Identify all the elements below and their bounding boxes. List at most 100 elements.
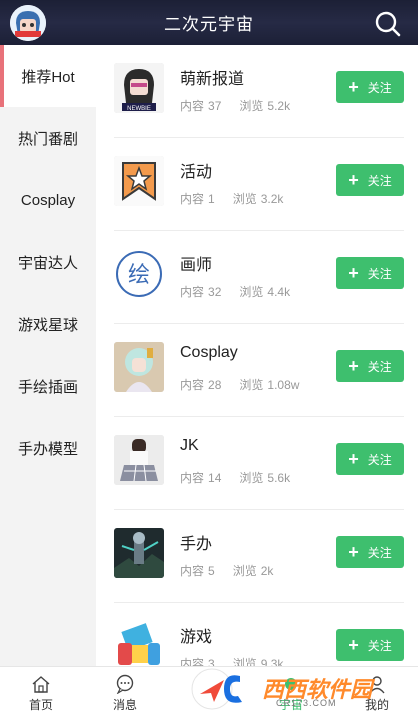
topic-name: 游戏 xyxy=(180,629,213,646)
tab-universe[interactable]: 宇宙 xyxy=(256,667,326,716)
universe-icon xyxy=(285,678,297,690)
topic-thumbnail xyxy=(114,342,164,392)
content-count: 28 xyxy=(208,378,222,392)
tab-label: 消息 xyxy=(112,698,137,712)
topic-thumbnail xyxy=(114,435,164,485)
follow-button[interactable]: + 关注 xyxy=(336,536,404,568)
content-label: 内容 xyxy=(180,99,205,113)
sidebar-item-game-planet[interactable]: 游戏星球 xyxy=(0,293,96,355)
topic-thumbnail xyxy=(114,621,164,666)
list-item[interactable]: JK 内容 14 浏览 5.6k + 关注 xyxy=(114,417,404,510)
plus-icon: + xyxy=(348,635,359,655)
views-count: 3.2k xyxy=(260,192,284,206)
page-title: 二次元宇宙 xyxy=(164,15,254,34)
content-count: 14 xyxy=(208,471,222,485)
topic-thumbnail: 绘 xyxy=(114,249,164,299)
views-label: 浏览 xyxy=(232,192,257,206)
sidebar-item-label: 手绘插画 xyxy=(17,378,78,396)
topic-stats: 内容 32 浏览 4.4k xyxy=(180,283,294,300)
sidebar-item-universe-expert[interactable]: 宇宙达人 xyxy=(0,231,96,293)
follow-button[interactable]: + 关注 xyxy=(336,257,404,289)
follow-button[interactable]: + 关注 xyxy=(336,443,404,475)
topic-stats: 内容 28 浏览 1.08w xyxy=(180,376,303,393)
topic-stats: 内容 1 浏览 3.2k xyxy=(180,190,287,207)
list-item[interactable]: NEWBIE 萌新报道 内容 37 浏览 5.2k + 关注 xyxy=(114,45,404,138)
content-label: 内容 xyxy=(180,657,205,666)
follow-label: 关注 xyxy=(367,266,392,281)
sidebar-item-label: 热门番剧 xyxy=(17,130,78,148)
follow-label: 关注 xyxy=(367,638,392,653)
sidebar-item-illustration[interactable]: 手绘插画 xyxy=(0,355,96,417)
content-label: 内容 xyxy=(180,192,205,206)
content-label: 内容 xyxy=(180,564,205,578)
follow-button[interactable]: + 关注 xyxy=(336,71,404,103)
huashi-glyph: 绘 xyxy=(128,263,150,288)
sidebar-item-label: 推荐Hot xyxy=(21,68,75,86)
follow-label: 关注 xyxy=(367,80,392,95)
sidebar-item-cosplay[interactable]: Cosplay xyxy=(0,169,96,231)
topic-stats: 内容 37 浏览 5.2k xyxy=(180,97,294,114)
sidebar-item-label: 游戏星球 xyxy=(17,316,78,334)
topic-thumbnail xyxy=(114,156,164,206)
topic-name: JK xyxy=(180,437,199,454)
follow-button[interactable]: + 关注 xyxy=(336,350,404,382)
list-item[interactable]: 手办 内容 5 浏览 2k + 关注 xyxy=(114,510,404,603)
topic-thumbnail: NEWBIE xyxy=(114,63,164,113)
content-count: 5 xyxy=(208,564,215,578)
topic-stats: 内容 3 浏览 9.3k xyxy=(180,655,287,666)
topic-stats: 内容 5 浏览 2k xyxy=(180,562,277,579)
topic-thumbnail xyxy=(114,528,164,578)
content-count: 32 xyxy=(208,285,222,299)
views-count: 2k xyxy=(260,564,274,578)
profile-icon xyxy=(369,676,385,694)
sidebar-item-figures[interactable]: 手办模型 xyxy=(0,417,96,479)
category-sidebar: 推荐Hot 热门番剧 Cosplay 宇宙达人 游戏星球 手绘插画 手办模型 xyxy=(0,45,96,666)
avatar[interactable] xyxy=(10,5,46,41)
svg-text:NEWBIE: NEWBIE xyxy=(127,106,151,112)
content-count: 37 xyxy=(208,99,222,113)
views-count: 4.4k xyxy=(267,285,291,299)
tab-label: 我的 xyxy=(364,698,389,712)
sidebar-item-label: 手办模型 xyxy=(17,440,78,458)
follow-label: 关注 xyxy=(367,359,392,374)
plus-icon: + xyxy=(348,77,359,97)
plus-icon: + xyxy=(348,542,359,562)
topic-name: Cosplay xyxy=(180,344,238,361)
views-count: 5.2k xyxy=(267,99,291,113)
topic-name: 萌新报道 xyxy=(180,71,245,88)
topic-list: NEWBIE 萌新报道 内容 37 浏览 5.2k + 关注 活动 内容 1 浏览 3.2k … xyxy=(96,45,418,666)
tab-messages[interactable]: 消息 xyxy=(90,667,160,716)
plus-icon: + xyxy=(348,263,359,283)
home-icon xyxy=(32,676,50,693)
views-label: 浏览 xyxy=(232,657,257,666)
list-item[interactable]: 游戏 内容 3 浏览 9.3k + 关注 xyxy=(114,603,404,666)
tab-label: 宇宙 xyxy=(278,698,303,712)
sidebar-item-recommend-hot[interactable]: 推荐Hot xyxy=(0,45,96,107)
topic-name: 手办 xyxy=(180,536,213,553)
follow-button[interactable]: + 关注 xyxy=(336,629,404,661)
tab-profile[interactable]: 我的 xyxy=(342,667,412,716)
follow-label: 关注 xyxy=(367,452,392,467)
list-item[interactable]: 绘 画师 内容 32 浏览 4.4k + 关注 xyxy=(114,231,404,324)
list-item[interactable]: Cosplay 内容 28 浏览 1.08w + 关注 xyxy=(114,324,404,417)
content-label: 内容 xyxy=(180,471,205,485)
views-label: 浏览 xyxy=(239,471,264,485)
content-count: 3 xyxy=(208,657,215,666)
search-icon[interactable] xyxy=(374,10,402,38)
plus-icon: + xyxy=(348,449,359,469)
list-item[interactable]: 活动 内容 1 浏览 3.2k + 关注 xyxy=(114,138,404,231)
views-count: 9.3k xyxy=(260,657,284,666)
plus-icon: + xyxy=(348,170,359,190)
tab-home[interactable]: 首页 xyxy=(6,667,76,716)
views-count: 5.6k xyxy=(267,471,291,485)
views-label: 浏览 xyxy=(239,378,264,392)
topic-stats: 内容 14 浏览 5.6k xyxy=(180,469,294,486)
tab-label: 首页 xyxy=(28,698,53,712)
content-label: 内容 xyxy=(180,285,205,299)
app-header: 二次元宇宙 xyxy=(0,0,418,45)
content-label: 内容 xyxy=(180,378,205,392)
plus-icon: + xyxy=(348,356,359,376)
sidebar-item-hot-anime[interactable]: 热门番剧 xyxy=(0,107,96,169)
follow-label: 关注 xyxy=(367,545,392,560)
follow-button[interactable]: + 关注 xyxy=(336,164,404,196)
